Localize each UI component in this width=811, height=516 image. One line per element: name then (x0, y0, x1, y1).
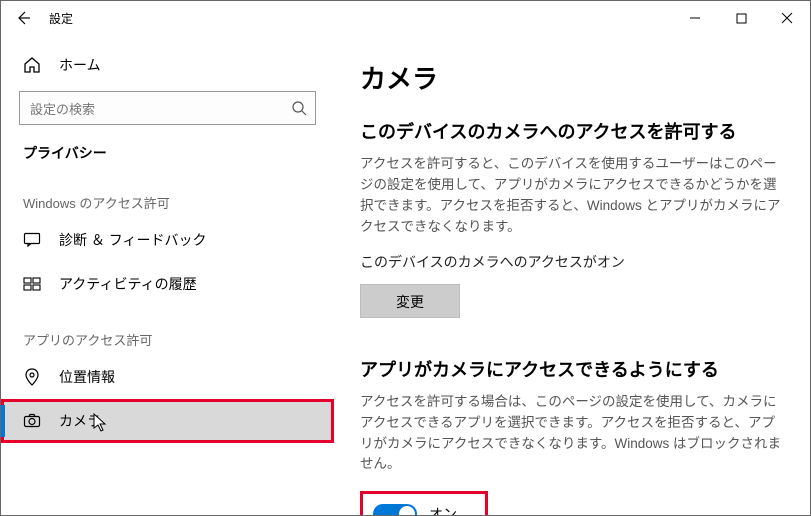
search-placeholder: 設定の検索 (30, 99, 291, 118)
sidebar-item-label: アクティビティの履歴 (59, 274, 197, 294)
camera-icon (23, 412, 41, 430)
feedback-icon (23, 231, 41, 249)
activity-icon (23, 275, 41, 293)
window-title: 設定 (45, 10, 73, 27)
minimize-icon (689, 12, 701, 24)
page-title: カメラ (360, 59, 784, 96)
sidebar-group-apps: アプリのアクセス許可 (1, 306, 334, 355)
window-controls (672, 1, 810, 35)
sidebar-item-location[interactable]: 位置情報 (1, 355, 334, 399)
section2-heading: アプリがカメラにアクセスできるようにする (360, 356, 784, 382)
toggle-label: オン (429, 504, 457, 515)
search-input[interactable]: 設定の検索 (19, 91, 316, 125)
device-camera-status: このデバイスのカメラへのアクセスがオン (360, 252, 784, 272)
title-bar: 設定 (1, 1, 810, 35)
sidebar-item-camera[interactable]: カメラ (1, 399, 334, 443)
app-camera-toggle[interactable] (373, 504, 417, 515)
close-button[interactable] (764, 1, 810, 35)
sidebar-item-activity[interactable]: アクティビティの履歴 (1, 262, 334, 306)
sidebar-group-windows: Windows のアクセス許可 (1, 169, 334, 218)
main-content: カメラ このデバイスのカメラへのアクセスを許可する アクセスを許可すると、このデ… (334, 35, 810, 515)
sidebar: ホーム 設定の検索 プライバシー Windows のアクセス許可 診断 ＆ フィ… (1, 35, 334, 515)
section2: アプリがカメラにアクセスできるようにする アクセスを許可する場合は、このページの… (360, 356, 784, 515)
sidebar-item-home[interactable]: ホーム (1, 45, 334, 85)
search-wrap: 設定の検索 (19, 91, 316, 125)
arrow-left-icon (15, 10, 31, 26)
location-icon (23, 368, 41, 386)
maximize-button[interactable] (718, 1, 764, 35)
section1-description: アクセスを許可すると、このデバイスを使用するユーザーはこのページの設定を使用して… (360, 154, 784, 238)
app-camera-toggle-group: オン (360, 491, 488, 515)
settings-window: 設定 ホーム 設定の検索 (0, 0, 811, 516)
section2-description: アクセスを許可する場合は、このページの設定を使用して、カメラにアクセスできるアプ… (360, 392, 784, 476)
window-body: ホーム 設定の検索 プライバシー Windows のアクセス許可 診断 ＆ フィ… (1, 35, 810, 515)
sidebar-item-label: 診断 ＆ フィードバック (59, 230, 207, 250)
sidebar-item-label: カメラ (59, 411, 101, 431)
sidebar-item-label: ホーム (59, 55, 101, 75)
back-button[interactable] (1, 1, 45, 35)
sidebar-section-privacy: プライバシー (1, 137, 334, 169)
change-button-label: 変更 (396, 294, 424, 310)
close-icon (781, 12, 793, 24)
home-icon (23, 56, 41, 74)
sidebar-item-label: 位置情報 (59, 367, 115, 387)
sidebar-item-diagnostics[interactable]: 診断 ＆ フィードバック (1, 218, 334, 262)
section1-heading: このデバイスのカメラへのアクセスを許可する (360, 118, 784, 144)
search-icon (291, 100, 307, 116)
maximize-icon (736, 13, 747, 24)
minimize-button[interactable] (672, 1, 718, 35)
change-button[interactable]: 変更 (360, 284, 460, 318)
